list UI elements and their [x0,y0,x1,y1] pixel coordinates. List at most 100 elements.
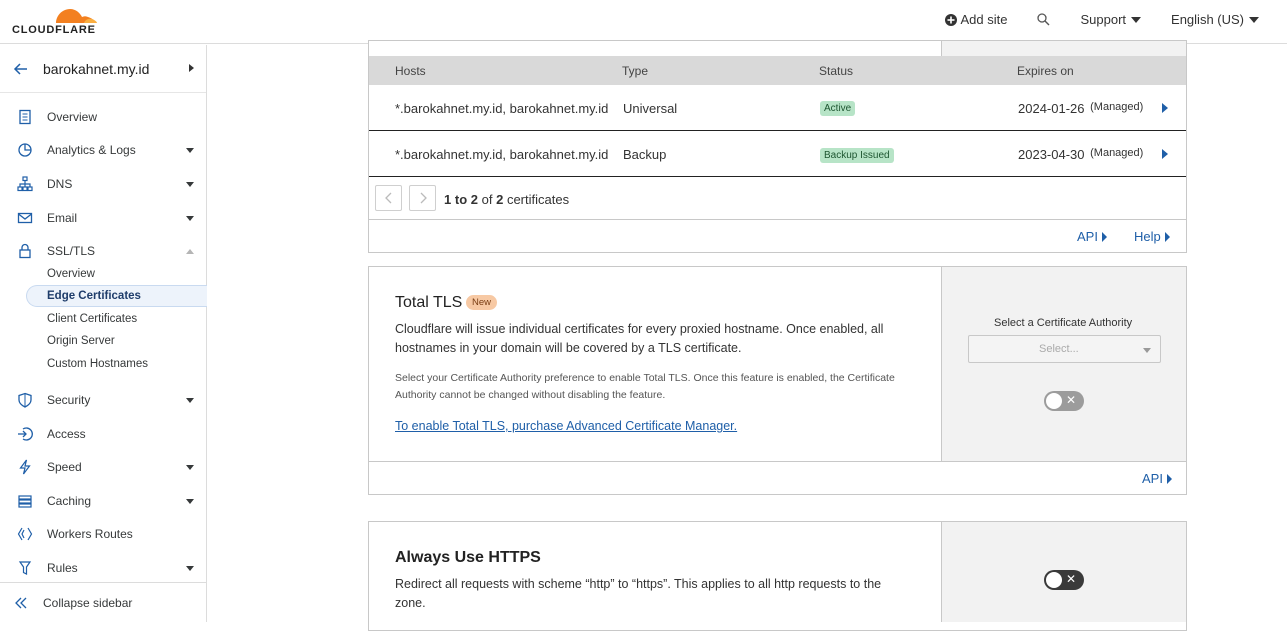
close-icon: ✕ [1065,572,1076,586]
total-tls-side-panel [941,267,1186,461]
table-row[interactable]: *.barokahnet.my.id, barokahnet.my.id Uni… [369,85,1186,131]
caret-down-icon [186,498,194,504]
sidebar-item-ssl-tls[interactable]: SSL/TLS [0,238,206,264]
api-link[interactable]: API [1077,229,1107,244]
toggle-knob [1046,572,1062,588]
pager-from: 1 [444,192,452,207]
collapse-sidebar-label: Collapse sidebar [43,595,133,610]
sidebar-item-overview[interactable]: Overview [0,104,206,130]
sidebar-item-workers-routes[interactable]: Workers Routes [0,521,206,547]
total-tls-note: Select your Certificate Authority prefer… [395,372,895,401]
caret-down-icon [186,181,194,187]
email-icon [17,212,33,224]
document-icon [19,109,31,125]
always-use-https-toggle[interactable]: ✕ [1044,570,1084,590]
add-site-label: Add site [960,12,1008,27]
caret-up-icon [186,248,194,254]
cert-expires: 2023-04-30 (Managed) [1018,147,1143,162]
shield-icon [18,392,32,408]
caret-right-icon [1164,231,1170,242]
col-type: Type [622,64,649,78]
plus-circle-icon [944,13,957,26]
sidebar-item-speed[interactable]: Speed [0,454,206,480]
col-hosts: Hosts [395,64,426,78]
total-tls-description: Cloudflare will issue individual certifi… [395,322,884,355]
sidebar-subitem-custom-hostnames[interactable]: Custom Hostnames [47,358,148,370]
caret-down-icon [186,565,194,571]
support-label: Support [1080,12,1127,27]
support-menu[interactable]: Support [1080,12,1142,27]
sidebar-item-analytics[interactable]: Analytics & Logs [0,137,206,163]
double-chevron-left-icon [15,597,27,608]
sidebar-item-label: Workers Routes [47,527,133,541]
caret-down-icon [186,215,194,221]
divider [369,219,1186,220]
logo-text: CLOUDFLARE [12,24,96,36]
always-use-https-description: Redirect all requests with scheme “http”… [395,577,882,610]
new-badge: New [466,295,498,310]
caret-right-icon [1166,473,1172,484]
toggle-knob [1046,393,1062,409]
sidebar-item-rules[interactable]: Rules [0,555,206,581]
sidebar-item-label: Access [47,427,86,441]
chevron-right-icon [420,192,427,204]
expand-row-icon[interactable] [1162,103,1168,113]
total-tls-title: Total TLS [395,294,463,311]
table-row[interactable]: *.barokahnet.my.id, barokahnet.my.id Bac… [369,131,1186,177]
language-label: English (US) [1171,12,1244,27]
help-link-label: Help [1134,229,1161,244]
sidebar-item-label: Speed [47,460,82,474]
sidebar-subitem-client-certificates[interactable]: Client Certificates [47,313,137,325]
language-menu[interactable]: English (US) [1171,12,1259,27]
access-icon [18,427,33,441]
sidebar-item-caching[interactable]: Caching [0,488,206,514]
search-button[interactable] [1037,13,1050,26]
caret-down-icon [186,464,194,470]
rules-icon [18,561,32,575]
sidebar-item-security[interactable]: Security [0,387,206,413]
top-bar: CLOUDFLARE Add site Support English (US) [0,0,1287,44]
next-page-button[interactable] [409,185,436,211]
sidebar-subitem-origin-server[interactable]: Origin Server [47,335,115,347]
site-selector[interactable]: barokahnet.my.id [0,45,206,93]
caret-down-icon [186,397,194,403]
caching-icon [18,495,32,508]
sidebar-item-label: Email [47,211,78,225]
add-site-button[interactable]: Add site [944,12,1008,27]
purchase-acm-link[interactable]: To enable Total TLS, purchase Advanced C… [395,419,737,433]
managed-label: (Managed) [1090,101,1144,113]
ca-select-label: Select a Certificate Authority [994,317,1133,329]
col-expires: Expires on [1017,64,1074,78]
sidebar-item-dns[interactable]: DNS [0,171,206,197]
sidebar-subitem-overview[interactable]: Overview [47,268,95,280]
divider [369,461,1186,462]
sidebar-item-label: Caching [47,494,92,508]
always-use-https-title: Always Use HTTPS [395,549,541,566]
certificate-authority-select[interactable]: Select... [968,335,1161,363]
chart-pie-icon [18,143,32,157]
api-link-label: API [1077,229,1098,244]
total-tls-toggle[interactable]: ✕ [1044,391,1084,411]
cert-hosts: *.barokahnet.my.id, barokahnet.my.id [395,147,609,162]
col-status: Status [819,64,854,78]
certificates-table-header: Hosts Type Status Expires on [369,56,1186,85]
expires-date: 2023-04-30 [1018,147,1085,162]
prev-page-button[interactable] [375,185,402,211]
site-name: barokahnet.my.id [43,60,150,77]
sidebar-item-label: DNS [47,177,73,191]
pager-total: 2 [496,192,504,207]
cloudflare-logo[interactable]: CLOUDFLARE [12,4,102,38]
collapse-sidebar-button[interactable]: Collapse sidebar [0,582,206,622]
caret-down-icon [1143,348,1151,353]
status-badge: Backup Issued [820,148,894,163]
api-link[interactable]: API [1142,471,1172,486]
sidebar-item-access[interactable]: Access [0,421,206,447]
arrow-left-icon[interactable] [13,61,29,77]
help-link[interactable]: Help [1134,229,1170,244]
sidebar-item-email[interactable]: Email [0,205,206,231]
caret-down-icon [1249,16,1259,23]
expand-row-icon[interactable] [1162,149,1168,159]
sidebar-subitem-edge-certificates[interactable]: Edge Certificates [47,290,141,302]
caret-down-icon [186,147,194,153]
lightning-icon [19,459,31,475]
